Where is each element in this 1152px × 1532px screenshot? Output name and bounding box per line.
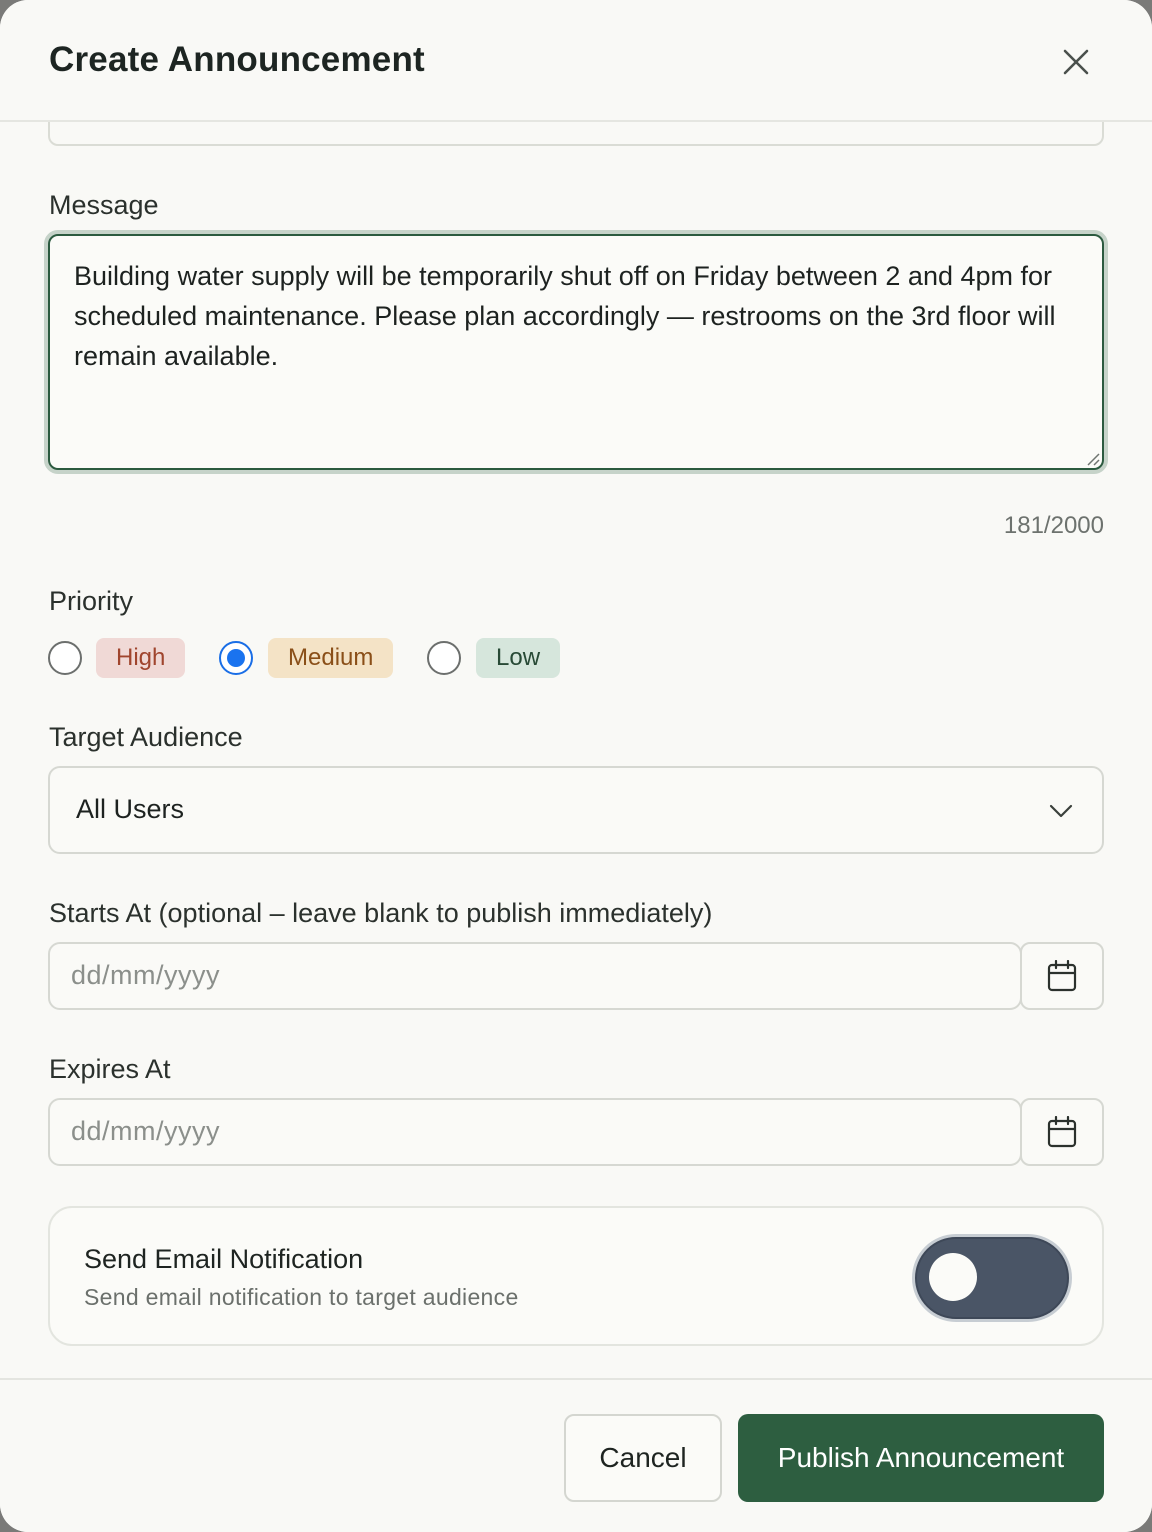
priority-medium-radio[interactable] — [219, 641, 253, 675]
priority-low-radio[interactable] — [427, 641, 461, 675]
dialog-footer: Cancel Publish Announcement — [0, 1378, 1152, 1532]
resize-handle-icon[interactable] — [1086, 452, 1100, 466]
cancel-button[interactable]: Cancel — [564, 1414, 722, 1502]
starts-at-placeholder: dd/mm/yyyy — [71, 960, 221, 990]
expires-at-label: Expires At — [49, 1054, 171, 1084]
priority-label: Priority — [49, 586, 134, 616]
dialog-title: Create Announcement — [49, 40, 425, 79]
dialog-header: Create Announcement — [0, 0, 1152, 122]
message-textarea-focus-ring: Building water supply will be temporaril… — [44, 230, 1108, 474]
toggle-track — [915, 1237, 1069, 1319]
close-button[interactable] — [1050, 36, 1102, 88]
priority-medium-badge[interactable]: Medium — [268, 638, 394, 678]
toggle-knob — [929, 1253, 977, 1301]
close-icon — [1063, 49, 1089, 75]
create-announcement-dialog: Message Building water supply will be te… — [0, 0, 1152, 1532]
dialog-body: Message Building water supply will be te… — [0, 0, 1152, 1378]
starts-at-calendar-button[interactable] — [1020, 942, 1104, 1010]
publish-announcement-button[interactable]: Publish Announcement — [738, 1414, 1104, 1502]
starts-at-input[interactable]: dd/mm/yyyy — [48, 942, 1022, 1010]
priority-high-badge[interactable]: High — [96, 638, 186, 678]
expires-at-calendar-button[interactable] — [1020, 1098, 1104, 1166]
calendar-icon — [1047, 960, 1077, 992]
email-notification-card: Send Email Notification Send email notif… — [48, 1206, 1104, 1346]
priority-low-badge[interactable]: Low — [476, 638, 561, 678]
audience-select-value: All Users — [76, 794, 185, 824]
expires-at-placeholder: dd/mm/yyyy — [71, 1116, 221, 1146]
calendar-icon — [1047, 1116, 1077, 1148]
audience-label: Target Audience — [49, 722, 243, 752]
message-label: Message — [49, 190, 159, 220]
email-notification-toggle[interactable] — [912, 1234, 1072, 1322]
chevron-down-icon — [1049, 804, 1073, 818]
audience-select[interactable]: All Users — [48, 766, 1104, 854]
message-textarea[interactable]: Building water supply will be temporaril… — [48, 234, 1104, 470]
starts-at-label: Starts At (optional – leave blank to pub… — [49, 898, 713, 928]
priority-high-radio[interactable] — [48, 641, 82, 675]
email-notification-title: Send Email Notification — [84, 1244, 364, 1274]
expires-at-input[interactable]: dd/mm/yyyy — [48, 1098, 1022, 1166]
character-counter: 181/2000 — [1003, 512, 1104, 539]
email-notification-subtitle: Send email notification to target audien… — [84, 1284, 519, 1310]
